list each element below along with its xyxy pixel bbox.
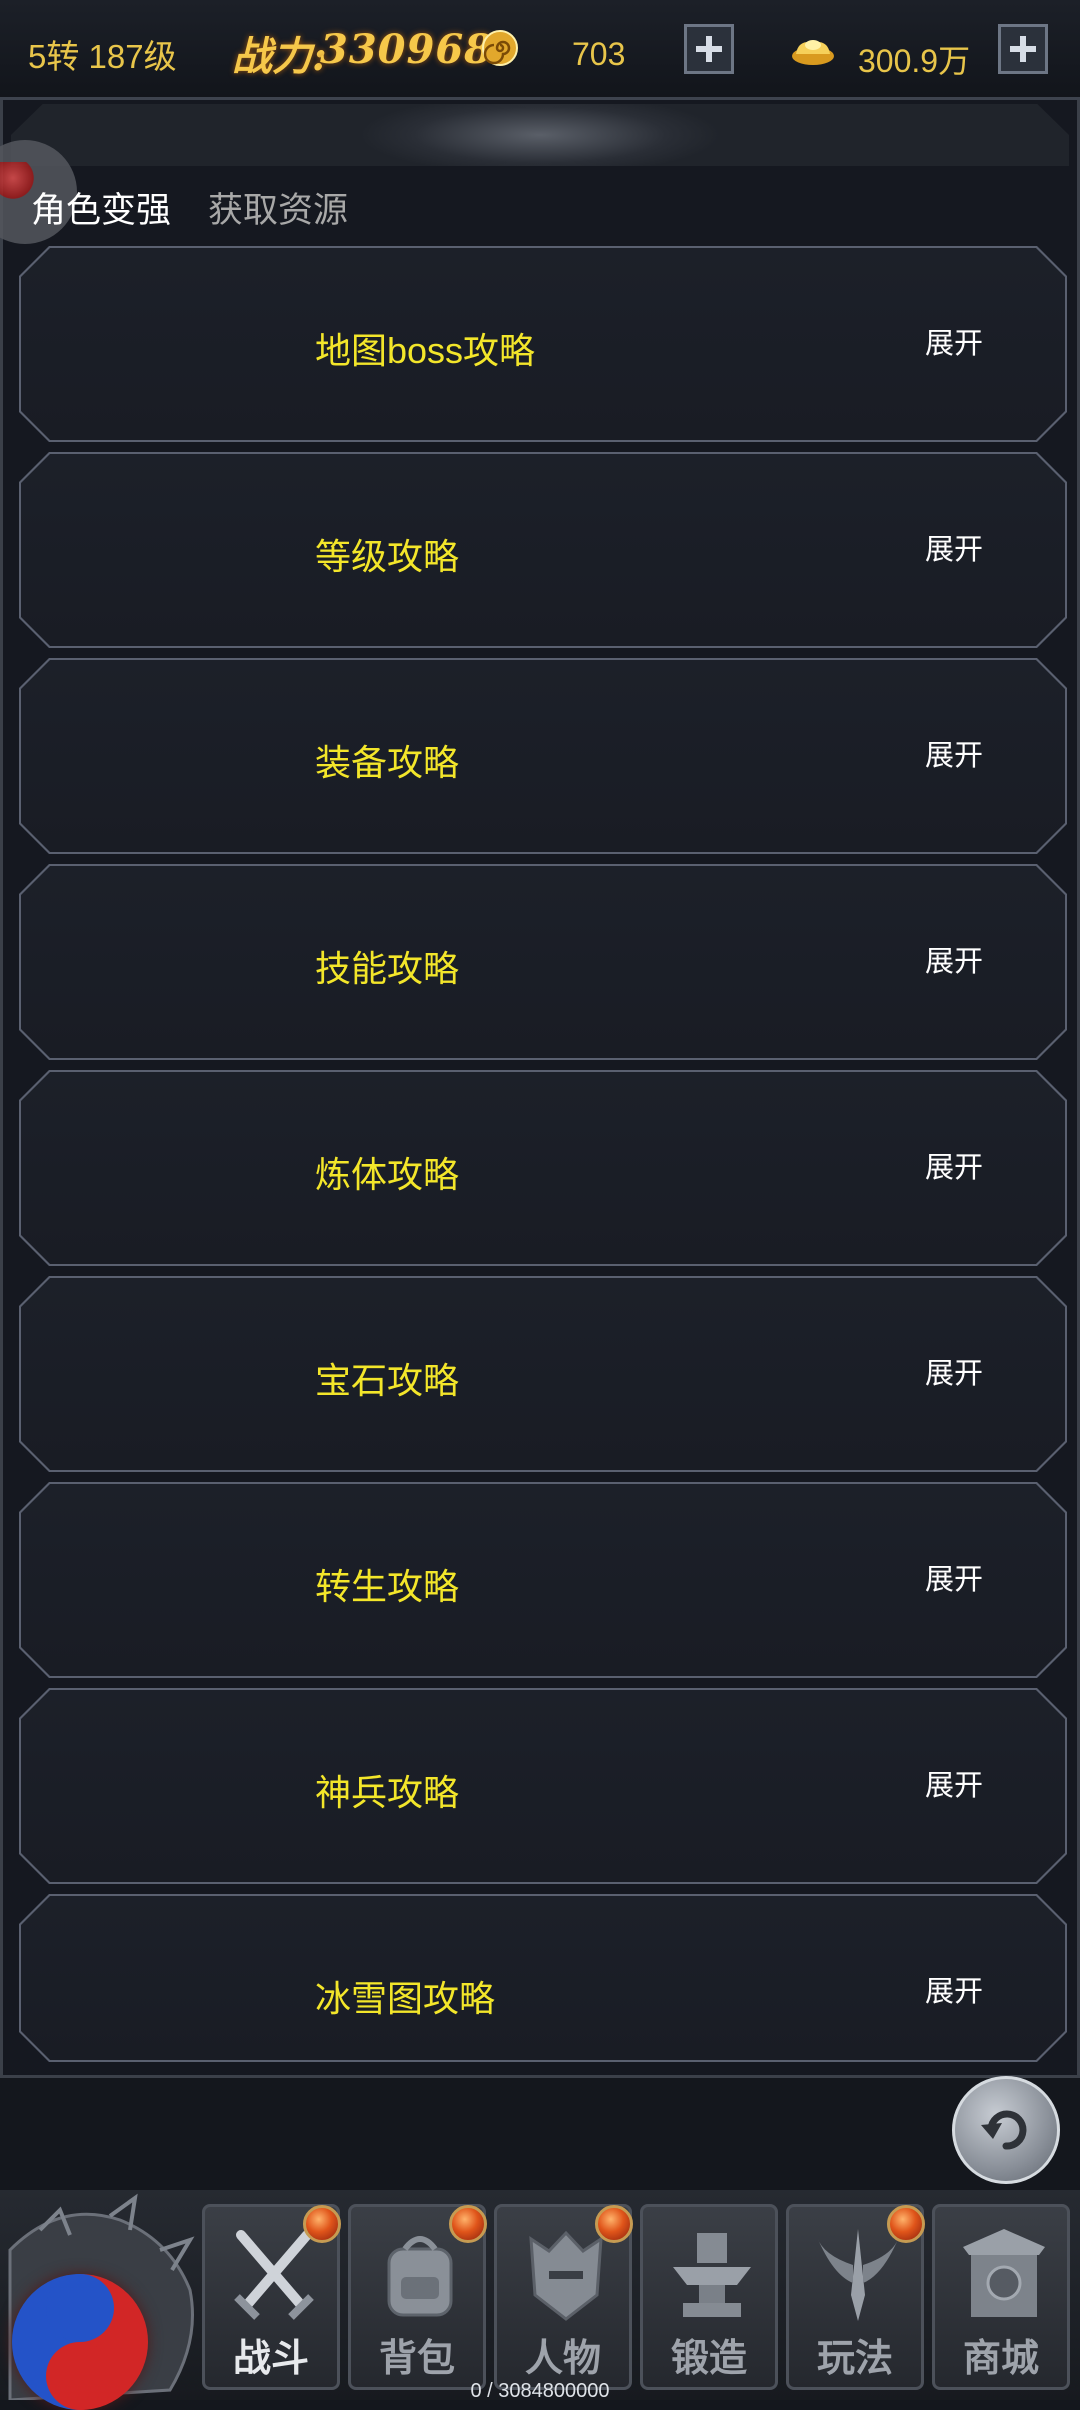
nav-shop[interactable]: 商城 — [932, 2204, 1070, 2390]
guide-title: 装备攻略 — [315, 742, 460, 783]
guide-title: 炼体攻略 — [315, 1154, 460, 1195]
guide-card[interactable]: 等级攻略 展开 — [19, 452, 1067, 648]
combat-power-value: 330968 — [320, 26, 493, 73]
expand-button[interactable]: 展开 — [925, 1762, 983, 1804]
guide-card[interactable]: 装备攻略 展开 — [19, 658, 1067, 854]
notification-badge — [595, 2205, 633, 2243]
expand-button[interactable]: 展开 — [925, 1968, 983, 2010]
guide-title: 地图boss攻略 — [315, 330, 536, 371]
nav-label: 战斗 — [232, 2338, 309, 2380]
add-gold-ingot-button[interactable] — [998, 24, 1048, 74]
tab-get-resources[interactable]: 获取资源 — [208, 182, 348, 233]
helmet-icon — [529, 2230, 603, 2321]
expand-button[interactable]: 展开 — [925, 732, 983, 774]
guide-title: 冰雪图攻略 — [315, 1978, 496, 2019]
back-button[interactable] — [952, 2076, 1060, 2184]
guide-card[interactable]: 冰雪图攻略 展开 — [19, 1894, 1067, 2062]
expand-button[interactable]: 展开 — [925, 1556, 983, 1598]
guide-card[interactable]: 地图boss攻略 展开 — [19, 246, 1067, 442]
notification-badge — [449, 2205, 487, 2243]
guide-title: 等级攻略 — [315, 536, 460, 577]
notification-badge — [887, 2205, 925, 2243]
notification-badge — [303, 2205, 341, 2243]
backpack-icon — [387, 2236, 453, 2317]
spiral-coin-icon — [482, 30, 518, 66]
anvil-icon — [673, 2233, 751, 2317]
gold-ingot-amount: 300.9万 — [858, 43, 971, 79]
nav-forge[interactable]: 锻造 — [640, 2204, 778, 2390]
guide-card[interactable]: 技能攻略 展开 — [19, 864, 1067, 1060]
winged-sword-icon — [817, 2229, 899, 2321]
bottom-navigation: 战斗 背包 人物 锻造 玩法 商城 — [0, 2190, 1080, 2410]
player-level: 5转 187级 — [28, 38, 177, 75]
nav-backpack[interactable]: 背包 — [348, 2204, 487, 2390]
expand-button[interactable]: 展开 — [925, 938, 983, 980]
expand-button[interactable]: 展开 — [925, 1350, 983, 1392]
combat-power-label: 战力: — [232, 33, 327, 80]
guide-card[interactable]: 宝石攻略 展开 — [19, 1276, 1067, 1472]
guide-title: 神兵攻略 — [315, 1772, 460, 1813]
tab-become-stronger[interactable]: 角色变强 — [31, 182, 171, 233]
nav-label: 商城 — [962, 2338, 1039, 2380]
expand-button[interactable]: 展开 — [925, 320, 983, 362]
panel-header-ornament — [11, 104, 1069, 166]
crossed-swords-icon — [234, 2230, 314, 2320]
guide-title: 技能攻略 — [315, 948, 460, 989]
guide-panel: 角色变强 获取资源 地图boss攻略 展开 等级攻略 展开 装备攻略 展开 技能… — [0, 100, 1080, 2078]
nav-label: 锻造 — [670, 2338, 747, 2380]
expand-button[interactable]: 展开 — [925, 526, 983, 568]
guide-card[interactable]: 炼体攻略 展开 — [19, 1070, 1067, 1266]
return-arrow-icon — [981, 2110, 1027, 2150]
shop-gate-icon — [963, 2229, 1045, 2317]
guide-card[interactable]: 神兵攻略 展开 — [19, 1688, 1067, 1884]
guide-title: 宝石攻略 — [315, 1360, 460, 1401]
nav-label: 人物 — [524, 2338, 601, 2380]
gold-ingot-icon — [792, 40, 834, 65]
nav-gameplay[interactable]: 玩法 — [786, 2204, 925, 2390]
nav-label: 背包 — [378, 2338, 455, 2380]
spiral-coin-amount: 703 — [572, 36, 626, 72]
guide-list: 地图boss攻略 展开 等级攻略 展开 装备攻略 展开 技能攻略 展开 炼体攻略… — [19, 246, 1067, 2072]
expand-button[interactable]: 展开 — [925, 1144, 983, 1186]
nav-label: 玩法 — [816, 2338, 893, 2380]
top-status-bar: 5转 187级 战力: 330968 703 300.9万 — [0, 0, 1080, 100]
guide-card[interactable]: 转生攻略 展开 — [19, 1482, 1067, 1678]
add-spiral-coin-button[interactable] — [684, 24, 734, 74]
nav-character[interactable]: 人物 — [494, 2204, 633, 2390]
guide-title: 转生攻略 — [315, 1566, 460, 1607]
nav-battle[interactable]: 战斗 — [202, 2204, 341, 2390]
